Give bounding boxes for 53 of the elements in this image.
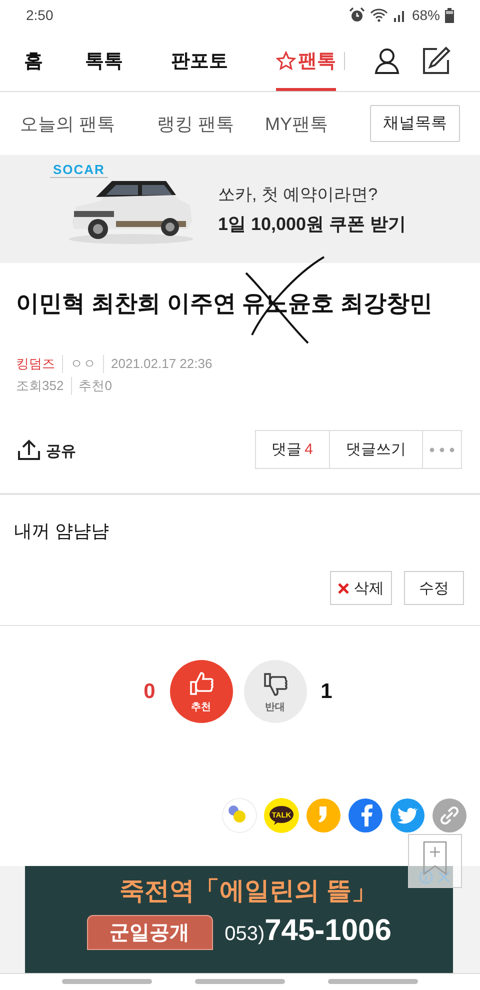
user-icon[interactable] bbox=[373, 46, 401, 74]
twitter-icon[interactable] bbox=[390, 798, 425, 833]
ad-headline: 1일 10,000원 쿠폰 받기 bbox=[218, 212, 406, 236]
close-icon bbox=[338, 582, 349, 594]
sub-nav-link[interactable]: 랭킹 팬톡 bbox=[157, 112, 234, 136]
oppose-button[interactable]: 반대 bbox=[244, 660, 306, 723]
back-button[interactable] bbox=[328, 979, 418, 984]
ad-headline: 죽전역「에일린의 뜰」 bbox=[120, 876, 376, 907]
phone-number: 053)745-1006 bbox=[224, 915, 392, 949]
alarm-icon bbox=[348, 7, 365, 23]
upvote-count: 0 bbox=[142, 679, 156, 705]
nav-tab[interactable]: 톡톡 bbox=[85, 30, 123, 91]
ad-text: 쏘카, 첫 예약이라면? bbox=[218, 184, 379, 206]
edit-button[interactable]: 수정 bbox=[404, 571, 464, 605]
bookmark-icon[interactable] bbox=[423, 841, 447, 875]
channel-list-button[interactable]: 채널목록 bbox=[370, 105, 460, 142]
edit-icon[interactable] bbox=[421, 46, 451, 76]
comments-button[interactable]: 댓글 4 bbox=[254, 430, 330, 469]
author-name[interactable]: 킹덤즈 bbox=[16, 355, 55, 373]
nav-tab[interactable]: 판포토 bbox=[171, 30, 228, 91]
wifi-icon bbox=[370, 8, 388, 22]
comment-text: 내꺼 얌냠냠 bbox=[14, 520, 110, 543]
clock-time: 2:50 bbox=[26, 7, 54, 23]
oppose-count: 1 bbox=[320, 679, 334, 705]
more-button[interactable] bbox=[423, 430, 462, 469]
recent-apps-button[interactable] bbox=[62, 979, 152, 984]
thumbs-up-icon bbox=[187, 670, 215, 698]
comma-icon[interactable] bbox=[306, 798, 341, 833]
write-comment-button[interactable]: 댓글쓰기 bbox=[330, 430, 423, 469]
battery-icon bbox=[445, 8, 454, 22]
view-count: 조회352 bbox=[16, 377, 64, 395]
post-date: 2021.02.17 22:36 bbox=[103, 355, 212, 373]
nav-tab[interactable]: 팬톡 bbox=[276, 30, 336, 91]
facebook-icon[interactable] bbox=[348, 798, 383, 833]
brand-logo: SOCAR bbox=[50, 162, 108, 178]
sub-nav-link[interactable]: 오늘의 팬톡 bbox=[20, 112, 116, 136]
recommend-count: 추천0 bbox=[70, 377, 112, 395]
delete-button[interactable]: 삭제 bbox=[330, 571, 392, 605]
home-button[interactable] bbox=[194, 979, 285, 984]
share-button[interactable]: 공유 bbox=[18, 438, 76, 460]
recommend-button[interactable]: 추천 bbox=[170, 660, 232, 723]
ad-badge: 군일공개 bbox=[86, 915, 213, 950]
share-icon bbox=[18, 438, 40, 460]
nav-tab[interactable]: 홈 bbox=[24, 30, 43, 91]
sub-nav-link[interactable]: MY팬톡 bbox=[265, 112, 328, 136]
link-icon[interactable] bbox=[432, 798, 467, 833]
info-icon[interactable] bbox=[419, 870, 433, 884]
nickname: ㅇㅇ bbox=[62, 355, 96, 373]
more-icon bbox=[429, 446, 455, 452]
close-icon[interactable] bbox=[437, 870, 451, 884]
battery-percent: 68% bbox=[412, 7, 440, 23]
chat-bubbles-icon[interactable] bbox=[222, 798, 257, 833]
signal-icon bbox=[392, 8, 407, 22]
